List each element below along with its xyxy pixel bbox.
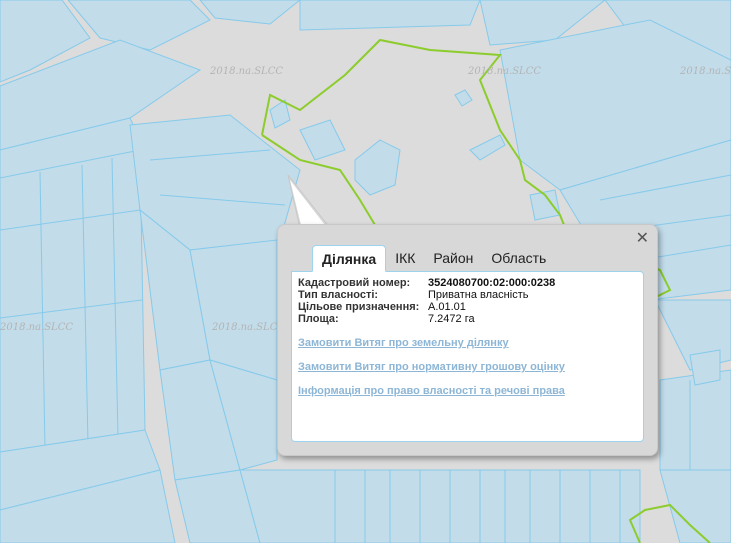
- parcel-info-popup: ✕ Ділянка ІКК Район Область Кадастровий …: [277, 224, 658, 456]
- watermark: 2018.na.SLCC: [679, 66, 731, 77]
- field-label: Тип власності:: [298, 289, 379, 301]
- watermark: 2018.na.SLCC: [467, 66, 541, 77]
- parcel: [239, 469, 641, 543]
- field-label: Цільове призначення:: [298, 301, 420, 313]
- field-value: Приватна власність: [428, 289, 529, 301]
- popup-tabs: Ділянка ІКК Район Область: [312, 245, 555, 272]
- parcel: [299, 0, 481, 31]
- field-area: Площа: 7.2472 га: [298, 313, 555, 325]
- order-land-extract-link[interactable]: Замовити Витяг про земельну ділянку: [298, 337, 509, 349]
- watermark: 2018.na.SLCC: [0, 322, 73, 333]
- parcel-info-panel: Кадастровий номер: 3524080700:02:000:023…: [291, 271, 644, 442]
- watermark: 2018.na.SLCC: [211, 322, 285, 333]
- watermark: 2018.na.SLCC: [209, 66, 283, 77]
- field-ownership-type: Тип власності: Приватна власність: [298, 289, 555, 301]
- field-label: Кадастровий номер:: [298, 277, 411, 289]
- tab-district[interactable]: Район: [424, 247, 482, 271]
- parcel: [689, 349, 721, 386]
- field-value: 3524080700:02:000:0238: [428, 277, 556, 289]
- tab-parcel[interactable]: Ділянка: [312, 245, 387, 272]
- field-value: 7.2472 га: [428, 313, 475, 325]
- field-value: A.01.01: [428, 301, 466, 313]
- parcel-fields: Кадастровий номер: 3524080700:02:000:023…: [298, 277, 555, 325]
- order-valuation-extract-link[interactable]: Замовити Витяг про нормативну грошову оц…: [298, 361, 565, 373]
- tab-region[interactable]: Область: [482, 247, 555, 271]
- tab-ikk[interactable]: ІКК: [386, 247, 424, 271]
- ownership-rights-info-link[interactable]: Інформація про право власності та речові…: [298, 385, 565, 397]
- close-icon[interactable]: ✕: [636, 229, 649, 247]
- field-cadastral-number: Кадастровий номер: 3524080700:02:000:023…: [298, 277, 555, 289]
- field-label: Площа:: [298, 313, 339, 325]
- field-purpose: Цільове призначення: A.01.01: [298, 301, 555, 313]
- parcel: [0, 149, 146, 453]
